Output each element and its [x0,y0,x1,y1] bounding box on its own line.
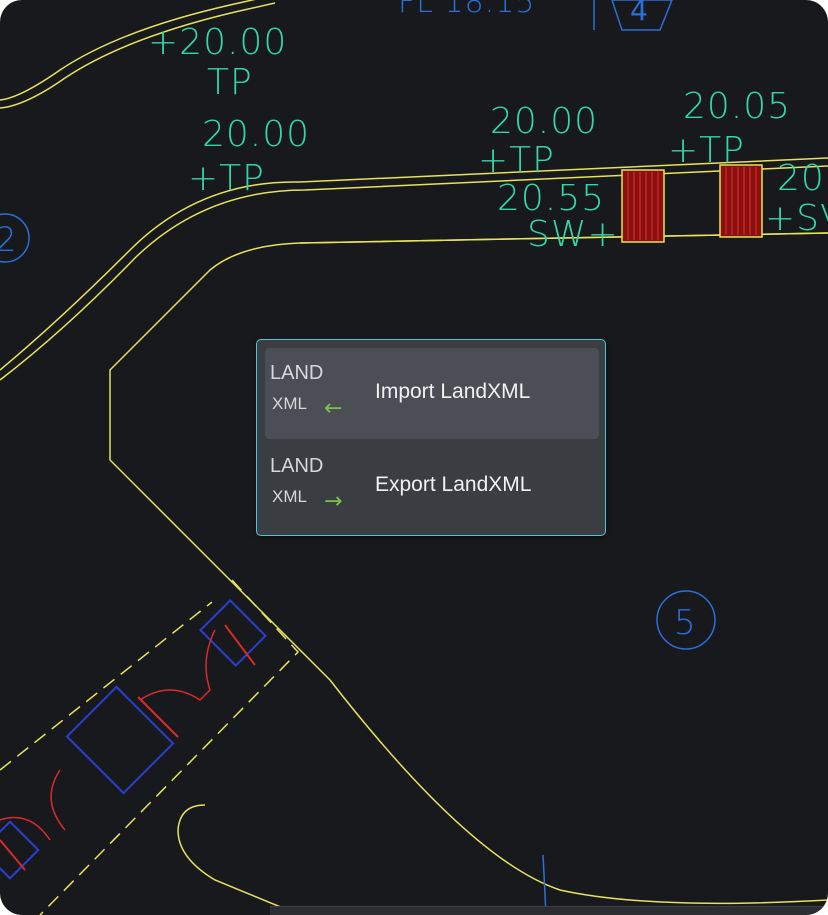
circle-tag: 5 [656,590,716,650]
building-outline [0,579,300,915]
circle-tag: 2 [0,213,30,263]
crosswalk-hatch [621,164,763,243]
hex-tag: 4 [611,0,673,31]
export-landxml-label: Export LandXML [375,473,532,496]
icon-text-xml: XML [272,394,307,413]
arrow-right-icon: → [324,489,343,514]
icon-text-land: LAND [270,362,324,384]
icon-text-land: LAND [270,455,324,477]
circle-tag-label: 2 [0,220,17,260]
cad-viewport[interactable]: FL 18.15 4 +20.00 TP 20.00 +TP 20.00 +TP… [0,0,828,915]
export-landxml-menu-item[interactable]: LAND XML → Export LandXML [265,441,599,532]
elevation-tag: SW+ [527,214,619,255]
elevation-value: 20.00 [202,114,310,155]
lot-boundary [109,232,828,905]
elevation-tag: +TP [478,140,555,181]
landxml-context-menu: LAND XML ← Import LandXML LAND XML → Exp… [256,339,606,536]
elevation-tag: +TP [188,158,265,199]
elevation-value: 20.05 [683,86,791,127]
elevation-value: 20.55 [497,178,605,219]
flowline-label: FL 18.15 [398,0,535,20]
elevation-value: +20.00 [148,22,287,63]
elevation-tag: TP [207,62,253,103]
icon-text-xml: XML [272,487,307,506]
elevation-tag: +TP [668,130,745,171]
elevation-value: 20.00 [490,101,598,142]
export-landxml-icon: LAND XML → [270,455,360,523]
hex-tag-label: 4 [630,0,648,27]
command-line-bar[interactable] [270,906,828,915]
arrow-left-icon: ← [324,396,343,421]
import-landxml-label: Import LandXML [375,380,531,403]
import-landxml-icon: LAND XML ← [270,362,360,430]
circle-tag-label: 5 [674,603,696,643]
import-landxml-menu-item[interactable]: LAND XML ← Import LandXML [265,348,599,439]
island [177,804,301,915]
elevation-tag: +SV [765,198,828,239]
elevation-value: 20 [777,158,825,199]
